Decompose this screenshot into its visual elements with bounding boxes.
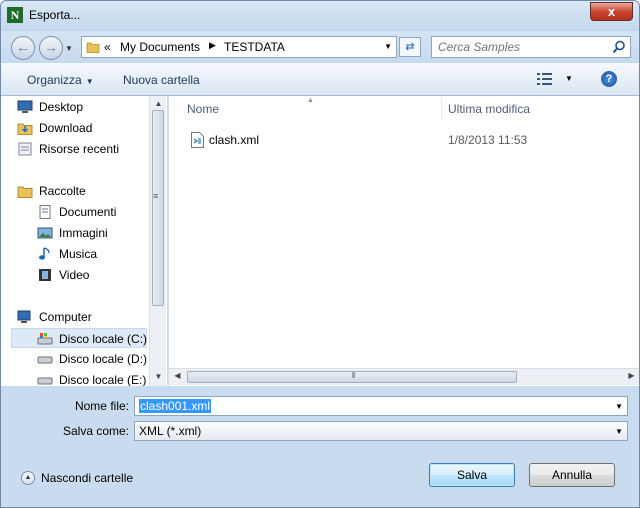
nav-item-drive-c[interactable]: Disco locale (C:) xyxy=(11,328,147,348)
nav-item-drive-e[interactable]: Disco locale (E:) xyxy=(37,370,167,386)
window-title: Esporta... xyxy=(29,8,81,22)
organize-menu[interactable]: Organizza ▼ xyxy=(27,73,94,87)
nav-item-label: Disco locale (C:) xyxy=(59,332,148,346)
breadcrumb-my-documents[interactable]: My Documents xyxy=(120,40,200,54)
refresh-button[interactable]: ⇄ xyxy=(399,37,421,57)
download-folder-icon xyxy=(17,123,33,135)
view-dropdown-icon[interactable]: ▼ xyxy=(565,74,573,83)
filename-label: Nome file: xyxy=(74,399,129,413)
nav-item-label: Video xyxy=(59,268,90,282)
nav-item-label: Download xyxy=(39,121,93,135)
video-icon xyxy=(39,268,51,281)
breadcrumb-overflow[interactable]: « xyxy=(104,40,111,54)
search-icon[interactable] xyxy=(612,40,626,54)
scroll-down-icon[interactable]: ▼ xyxy=(150,372,167,381)
file-list: ▲ Nome Ultima modifica clash.xml 1/8/201… xyxy=(168,96,639,386)
column-header-modified[interactable]: Ultima modifica xyxy=(448,96,530,122)
nav-item-documents[interactable]: Documenti xyxy=(37,202,167,222)
nav-item-computer[interactable]: Computer xyxy=(17,307,147,327)
scroll-left-icon[interactable]: ◀ xyxy=(169,371,186,380)
view-options-icon[interactable] xyxy=(537,73,553,85)
breadcrumb-separator-icon[interactable]: ▶ xyxy=(209,40,216,51)
address-row: ← → ▼ « My Documents ▶ TESTDATA ▼ ⇄ xyxy=(1,31,639,63)
filename-dropdown-icon[interactable]: ▼ xyxy=(615,402,623,411)
nav-item-label: Raccolte xyxy=(39,184,86,198)
computer-icon xyxy=(17,310,31,323)
libraries-icon xyxy=(17,186,33,198)
save-as-type-label: Salva come: xyxy=(62,424,129,438)
title-bar: N Esporta... x xyxy=(1,1,639,31)
nav-item-label: Disco locale (E:) xyxy=(59,373,147,386)
column-divider[interactable] xyxy=(441,98,442,120)
nav-item-label: Desktop xyxy=(39,100,84,114)
nav-item-label: Computer xyxy=(39,310,92,324)
command-toolbar: Organizza ▼ Nuova cartella ▼ ? xyxy=(1,63,639,96)
breadcrumb-testdata[interactable]: TESTDATA xyxy=(224,40,285,54)
grip-icon: ‖ xyxy=(351,371,356,380)
pictures-icon xyxy=(37,227,53,239)
column-header-name[interactable]: Nome xyxy=(187,96,219,122)
help-icon[interactable]: ? xyxy=(601,71,617,87)
nav-item-label: Immagini xyxy=(59,226,108,240)
filename-value[interactable]: clash001.xml xyxy=(139,399,212,413)
save-button[interactable]: Salva xyxy=(429,463,515,487)
music-icon xyxy=(39,247,50,260)
scroll-up-icon[interactable]: ▲ xyxy=(150,99,167,108)
drive-icon xyxy=(37,356,53,364)
save-as-type-value: XML (*.xml) xyxy=(139,424,202,438)
file-modified: 1/8/2013 11:53 xyxy=(448,133,528,147)
nav-item-label: Documenti xyxy=(59,205,117,219)
address-bar[interactable]: « My Documents ▶ TESTDATA ▼ xyxy=(81,36,397,58)
cancel-button[interactable]: Annulla xyxy=(529,463,615,487)
documents-icon xyxy=(39,204,51,219)
recent-pages-dropdown[interactable]: ▼ xyxy=(65,44,73,53)
navigation-pane: Desktop Download Risorse recenti Raccolt… xyxy=(1,96,167,386)
save-as-type-select[interactable]: XML (*.xml) ▼ xyxy=(134,421,628,441)
nav-item-label: Risorse recenti xyxy=(39,142,120,156)
desktop-icon xyxy=(17,100,33,113)
nav-item-video[interactable]: Video xyxy=(37,265,167,285)
new-folder-button[interactable]: Nuova cartella xyxy=(123,73,200,87)
nav-scroll-thumb[interactable] xyxy=(152,110,164,306)
nav-item-download[interactable]: Download xyxy=(17,118,147,138)
app-icon: N xyxy=(7,7,23,23)
system-drive-icon xyxy=(37,332,53,345)
sort-ascending-icon: ▲ xyxy=(307,97,314,104)
search-box[interactable] xyxy=(431,36,631,58)
address-dropdown-icon[interactable]: ▼ xyxy=(384,42,392,51)
chevron-down-icon[interactable]: ▼ xyxy=(615,427,623,436)
grip-icon: ≡ xyxy=(153,191,159,201)
forward-button[interactable]: → xyxy=(39,36,63,60)
organize-label: Organizza xyxy=(27,73,82,87)
close-button[interactable]: x xyxy=(590,2,633,21)
nav-item-label: Disco locale (D:) xyxy=(59,352,148,366)
file-horizontal-scrollbar[interactable]: ◀ ‖ ▶ xyxy=(169,368,639,385)
nav-item-libraries[interactable]: Raccolte xyxy=(17,181,147,201)
recent-places-icon xyxy=(18,142,32,156)
nav-vertical-scrollbar[interactable]: ▲ ≡ ▼ xyxy=(149,96,166,386)
file-name: clash.xml xyxy=(209,133,260,147)
hide-folders-label: Nascondi cartelle xyxy=(41,471,134,485)
chevron-down-icon: ▼ xyxy=(85,77,94,86)
save-dialog: N Esporta... x ← → ▼ « My Documents ▶ TE… xyxy=(0,0,640,508)
nav-item-music[interactable]: Musica xyxy=(37,244,167,264)
drive-icon xyxy=(37,377,53,385)
nav-item-recent[interactable]: Risorse recenti xyxy=(17,139,147,159)
nav-item-label: Musica xyxy=(59,247,98,261)
collapse-up-icon[interactable]: ▲ xyxy=(21,471,35,485)
filename-field[interactable]: clash001.xml ▼ xyxy=(134,396,628,416)
scroll-right-icon[interactable]: ▶ xyxy=(623,371,639,380)
back-button[interactable]: ← xyxy=(11,36,35,60)
nav-item-images[interactable]: Immagini xyxy=(37,223,167,243)
folder-icon xyxy=(86,42,100,53)
nav-item-drive-d[interactable]: Disco locale (D:) xyxy=(37,349,167,369)
search-input[interactable] xyxy=(438,39,608,55)
nav-item-desktop[interactable]: Desktop xyxy=(17,97,147,117)
xml-file-icon xyxy=(191,132,204,148)
file-row[interactable]: clash.xml 1/8/2013 11:53 xyxy=(187,130,627,150)
